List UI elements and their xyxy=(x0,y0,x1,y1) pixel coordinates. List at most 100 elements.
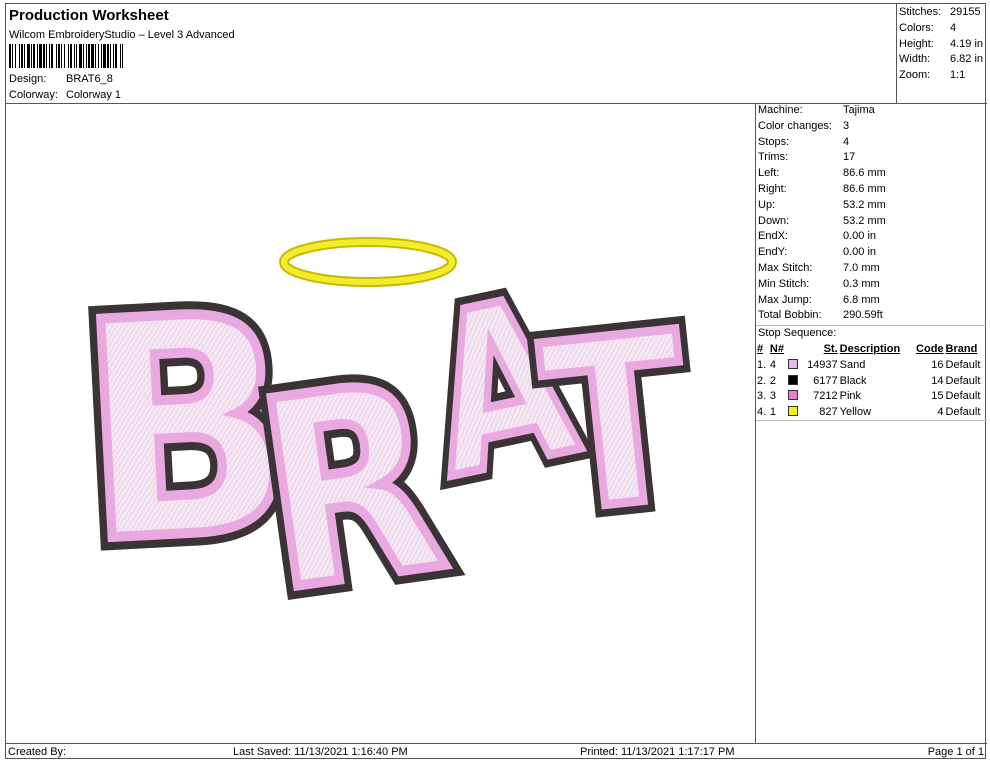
embroidery-design: B B R R A A T T xyxy=(59,236,711,663)
thread-description: Black xyxy=(839,374,867,387)
info-row: Color changes: 3 xyxy=(756,120,987,136)
design-label: Design: xyxy=(9,73,47,85)
thread-code: 15 xyxy=(931,390,944,403)
thread-brand: Default xyxy=(945,374,981,387)
info-value: 53.2 mm xyxy=(843,198,886,211)
color-swatch xyxy=(788,358,799,369)
info-row: Left: 86.6 mm xyxy=(756,167,987,183)
thread-description: Yellow xyxy=(839,405,872,418)
info-label: Total Bobbin: xyxy=(758,309,822,322)
color-swatch-cell xyxy=(787,357,801,373)
stat-row: Colors: 4 xyxy=(899,22,987,38)
design-stats: Stitches: 29155 Colors: 4 Height: 4.19 in W… xyxy=(897,4,987,104)
info-value: 0.00 in xyxy=(843,246,877,259)
color-swatch-cell xyxy=(787,389,801,405)
col-num: # xyxy=(757,343,764,356)
info-row: Up: 53.2 mm xyxy=(756,199,987,215)
needle-number: 4 xyxy=(769,358,776,371)
thread-code: 14 xyxy=(931,374,944,387)
info-label: Machine: xyxy=(758,104,803,116)
stat-label: Stitches: xyxy=(899,6,942,18)
thread-code: 16 xyxy=(931,358,944,371)
needle-number: 3 xyxy=(769,390,776,403)
table-row: 2. 2 6177 Black 14 Default xyxy=(756,373,987,389)
stat-value: 4.19 in xyxy=(950,37,984,50)
colorway-name: Colorway 1 xyxy=(66,89,122,101)
info-value: 3 xyxy=(843,119,850,132)
stop-number: 4. xyxy=(757,405,767,418)
letter-t-trim: T xyxy=(533,284,700,564)
color-swatch xyxy=(788,405,799,416)
barcode xyxy=(9,44,231,68)
software-name: Wilcom EmbroideryStudio – Level 3 Advanc… xyxy=(9,29,235,41)
stitch-count: 7212 xyxy=(813,390,838,403)
page-number: Page 1 of 1 xyxy=(927,746,984,758)
stitch-count: 827 xyxy=(819,405,838,418)
colorway-row: Colorway: Colorway 1 xyxy=(9,89,121,101)
thread-description: Sand xyxy=(839,358,866,371)
info-row: Down: 53.2 mm xyxy=(756,215,987,231)
design-name: BRAT6_8 xyxy=(66,73,113,85)
thread-brand: Default xyxy=(945,405,981,418)
info-label: Min Stitch: xyxy=(758,277,810,290)
stat-value: 1:1 xyxy=(950,69,966,82)
stop-number: 3. xyxy=(757,390,767,403)
color-swatch xyxy=(788,374,799,385)
info-label: Stops: xyxy=(758,135,790,148)
table-row: 3. 3 7212 Pink 15 Default xyxy=(756,389,987,405)
info-label: Right: xyxy=(758,182,787,195)
info-value: 17 xyxy=(843,151,856,164)
info-row: EndX: 0.00 in xyxy=(756,230,987,246)
design-preview: B B R R A A T T xyxy=(6,104,756,743)
info-row: Stops: 4 xyxy=(756,136,987,152)
stat-value: 4 xyxy=(950,21,957,34)
table-header-row: # N# St. Description Code Brand xyxy=(756,341,987,357)
info-row: Machine: Tajima xyxy=(756,104,987,120)
stitch-count: 6177 xyxy=(813,374,838,387)
col-needle: N# xyxy=(769,343,784,356)
stop-number: 2. xyxy=(757,374,767,387)
info-value: Tajima xyxy=(843,104,875,116)
info-value: 0.3 mm xyxy=(843,277,880,290)
stat-value: 6.82 in xyxy=(950,53,984,66)
col-brand: Brand xyxy=(945,343,978,356)
info-value: 86.6 mm xyxy=(843,167,886,180)
info-value: 4 xyxy=(843,135,850,148)
info-row: Max Jump: 6.8 mm xyxy=(756,294,987,310)
info-value: 86.6 mm xyxy=(843,182,886,195)
needle-number: 2 xyxy=(769,374,776,387)
stop-sequence-rows: 1. 4 14937 Sand 16 Default 2. 2 6177 Black 14 Defau… xyxy=(756,357,987,420)
info-label: Max Stitch: xyxy=(758,261,813,274)
stat-row: Stitches: 29155 xyxy=(899,6,987,22)
stat-label: Width: xyxy=(899,53,931,66)
stat-label: Zoom: xyxy=(899,69,931,82)
info-label: Trims: xyxy=(758,151,789,164)
brat-lettering: B B R R A A T T xyxy=(59,236,711,663)
info-row: Trims: 17 xyxy=(756,151,987,167)
stop-sequence-table: # N# St. Description Code Brand 1. 4 14937… xyxy=(756,341,987,421)
info-row: Min Stitch: 0.3 mm xyxy=(756,278,987,294)
info-value: 53.2 mm xyxy=(843,214,886,227)
info-label: Left: xyxy=(758,167,780,180)
color-swatch-cell xyxy=(787,404,801,420)
col-stitches: St. xyxy=(823,343,838,356)
colorway-label: Colorway: xyxy=(9,89,58,101)
info-label: Down: xyxy=(758,214,790,227)
stat-value: 29155 xyxy=(950,6,981,18)
info-value: 290.59ft xyxy=(843,309,883,322)
stat-label: Colors: xyxy=(899,21,934,34)
info-value: 7.0 mm xyxy=(843,261,880,274)
stat-row: Zoom: 1:1 xyxy=(899,69,987,85)
info-label: Max Jump: xyxy=(758,293,812,306)
thread-brand: Default xyxy=(945,358,981,371)
machine-info-panel: Machine: Tajima Color changes: 3 Stops: 4 T… xyxy=(756,104,987,421)
stop-number: 1. xyxy=(757,358,767,371)
info-row: Right: 86.6 mm xyxy=(756,183,987,199)
info-row: Max Stitch: 7.0 mm xyxy=(756,262,987,278)
info-label: EndX: xyxy=(758,230,788,243)
info-value: 6.8 mm xyxy=(843,293,880,306)
stop-sequence-title: Stop Sequence: xyxy=(756,325,987,341)
worksheet-footer: Created By: Last Saved: 11/13/2021 1:16:… xyxy=(6,743,987,760)
production-worksheet: Production Worksheet Wilcom EmbroiderySt… xyxy=(5,3,987,760)
thread-brand: Default xyxy=(945,390,981,403)
